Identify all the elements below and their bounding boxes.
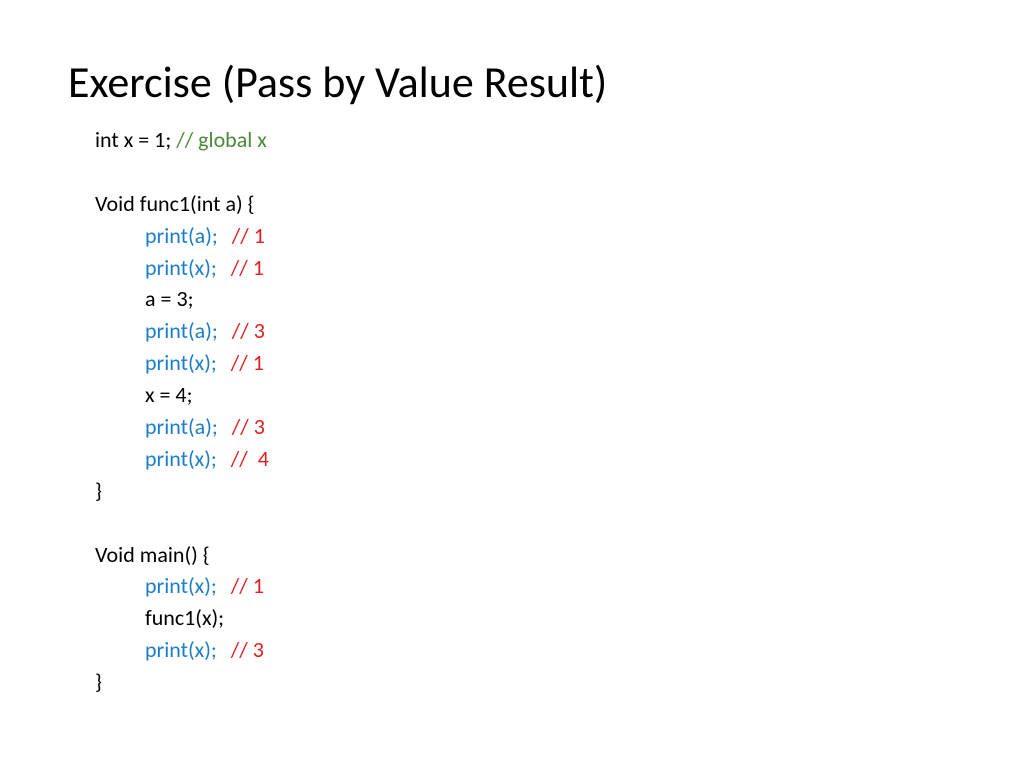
print-call: print(a); (145, 317, 218, 344)
code-line: print(a); // 3 (95, 411, 1024, 443)
code-line: func1(x); (95, 602, 1024, 634)
print-call: print(x); (145, 254, 217, 281)
result-comment: // 4 (231, 445, 269, 472)
result-comment: // 1 (231, 254, 264, 281)
code-line: print(x); // 1 (95, 252, 1024, 284)
code-block: int x = 1; // global x Void func1(int a)… (0, 109, 1024, 698)
result-comment: // 1 (231, 572, 264, 599)
code-line: print(x); // 4 (95, 443, 1024, 475)
code-line: print(a); // 1 (95, 220, 1024, 252)
slide: Exercise (Pass by Value Result) int x = … (0, 0, 1024, 768)
print-call: print(a); (145, 222, 218, 249)
slide-title: Exercise (Pass by Value Result) (0, 0, 1024, 109)
result-comment: // 3 (232, 317, 265, 344)
result-comment: // 3 (231, 636, 264, 663)
code-line: a = 3; (95, 283, 1024, 315)
code-line: x = 4; (95, 379, 1024, 411)
code-line: print(x); // 1 (95, 570, 1024, 602)
code-line: int x = 1; // global x (95, 124, 1024, 156)
print-call: print(x); (145, 349, 217, 376)
blank-line (95, 507, 1024, 539)
code-line: print(x); // 3 (95, 634, 1024, 666)
print-call: print(x); (145, 636, 217, 663)
blank-line (95, 156, 1024, 188)
result-comment: // 3 (232, 413, 265, 440)
result-comment: // 1 (232, 222, 265, 249)
code-line: print(a); // 3 (95, 315, 1024, 347)
comment-text: // global x (176, 126, 267, 153)
code-line: } (95, 475, 1024, 507)
code-line: Void func1(int a) { (95, 188, 1024, 220)
code-line: } (95, 666, 1024, 698)
result-comment: // 1 (231, 349, 264, 376)
print-call: print(x); (145, 445, 217, 472)
code-line: print(x); // 1 (95, 347, 1024, 379)
print-call: print(a); (145, 413, 218, 440)
code-line: Void main() { (95, 539, 1024, 571)
print-call: print(x); (145, 572, 217, 599)
